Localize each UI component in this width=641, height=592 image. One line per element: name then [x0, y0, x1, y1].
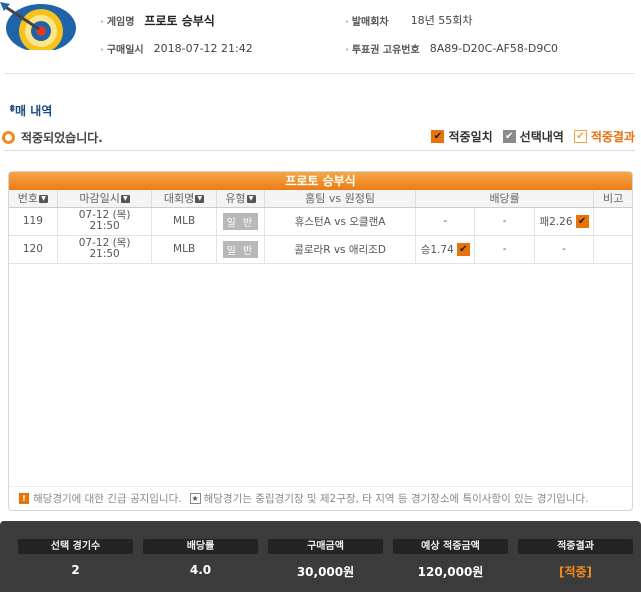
notice-bar: ! 해당경기에 대한 긴급 공지입니다. ★ 해당경기는 중립경기장 및 제2구… — [9, 486, 632, 510]
row-odd-draw[interactable]: - — [474, 235, 535, 264]
check-icon: ✔ — [431, 130, 445, 143]
bet-grid: 번호 ▼ 마감일시 ▼ 대회명 ▼ 유형 ▼ 홈팀 vs 원정팀 배당률 비고 119 … — [9, 190, 632, 264]
legend-match-label: 적중일치 — [448, 130, 493, 144]
check-icon: ✔ — [573, 130, 587, 143]
legend-match: ✔ 적중일치 — [431, 128, 493, 145]
col-header-teams: 홈팀 vs 원정팀 — [264, 190, 417, 208]
summary-result-value: [적중] — [558, 565, 593, 579]
status-text: 적중되었습니다. — [21, 131, 103, 145]
header-divider — [4, 73, 635, 74]
legend-selected: ✔ 선택내역 — [502, 128, 564, 145]
summary-odds-value: 4.0 — [189, 563, 212, 577]
summary-result: 적중결과 [적중] — [518, 539, 633, 580]
check-icon: ✔ — [575, 214, 589, 228]
game-name-value: 프로토 승부식 — [144, 14, 215, 28]
ticket-id-label: 투표권 고유번호 — [345, 41, 420, 56]
round-label: 발매회차 — [345, 13, 389, 28]
sort-icon: ▼ — [39, 195, 49, 204]
row-odd-lose[interactable]: 패2.26 ✔ — [534, 207, 595, 236]
row-type: 일 반 — [216, 207, 266, 236]
type-badge: 일 반 — [222, 240, 259, 258]
summary-expected-value: 120,000원 — [417, 565, 484, 579]
summary-expected-label: 예상 적중금액 — [393, 539, 508, 554]
summary-games-label: 선택 경기수 — [18, 539, 133, 554]
status-message: 적중되었습니다. — [2, 129, 103, 146]
row-odd-win[interactable]: 승1.74 ✔ — [415, 235, 476, 264]
warning-icon: ! — [19, 493, 29, 504]
round-row: 발매회차 18년 55회차 — [345, 12, 473, 28]
sort-icon: ▼ — [195, 195, 205, 204]
game-name-row: 게임명 프로토 승부식 — [100, 12, 215, 29]
summary-games: 선택 경기수 2 — [18, 539, 133, 580]
check-icon: ✔ — [456, 242, 470, 256]
row-note — [593, 235, 632, 264]
section-divider — [4, 150, 635, 151]
section-title: ᆥ매 내역 — [4, 104, 53, 118]
purchase-time-value: 2018-07-12 21:42 — [153, 42, 253, 55]
row-num: 120 — [9, 235, 58, 264]
col-header-league[interactable]: 대회명 ▼ — [151, 190, 217, 208]
dart-target-icon — [0, 2, 80, 53]
sort-icon: ▼ — [120, 195, 130, 204]
summary-games-value: 2 — [71, 563, 80, 577]
row-odd-lose[interactable]: - — [534, 235, 595, 264]
notice-urgent: 해당경기에 대한 긴급 공지입니다. — [33, 493, 182, 505]
legend-result-label: 적중결과 — [590, 130, 635, 144]
purchase-time-label: 구매일시 — [100, 41, 144, 56]
legend-result: ✔ 적중결과 — [573, 128, 635, 145]
table-title: 프로토 승부식 — [9, 172, 632, 190]
check-icon: ✔ — [502, 130, 516, 143]
col-header-odds: 배당률 — [415, 190, 595, 208]
col-header-type[interactable]: 유형 ▼ — [216, 190, 266, 208]
table-row: 120 07-12 (목) 21:50 MLB 일 반 콜로라R vs 애리조D … — [9, 235, 632, 264]
row-teams: 콜로라R vs 애리조D — [264, 235, 417, 264]
row-num: 119 — [9, 207, 58, 236]
summary-odds: 배당률 4.0 — [143, 539, 258, 580]
summary-odds-label: 배당률 — [143, 539, 258, 554]
table-row: 119 07-12 (목) 21:50 MLB 일 반 휴스턴A vs 오클랜A … — [9, 207, 632, 236]
circle-icon — [2, 131, 15, 144]
legend: ✔ 적중일치 ✔ 선택내역 ✔ 적중결과 — [431, 128, 635, 145]
summary-amount: 구매금액 30,000원 — [268, 539, 383, 580]
col-header-note: 비고 — [593, 190, 632, 208]
summary-result-label: 적중결과 — [518, 539, 633, 554]
ticket-id-value: 8A89-D20C-AF58-D9C0 — [429, 42, 559, 55]
row-type: 일 반 — [216, 235, 266, 264]
row-league: MLB — [151, 235, 217, 264]
col-header-deadline[interactable]: 마감일시 ▼ — [57, 190, 153, 208]
purchase-time-row: 구매일시 2018-07-12 21:42 — [100, 41, 253, 56]
bet-table: 프로토 승부식 번호 ▼ 마감일시 ▼ 대회명 ▼ 유형 ▼ 홈팀 vs 원정팀 배당률… — [8, 171, 633, 511]
row-deadline: 07-12 (목) 21:50 — [57, 235, 153, 264]
round-value: 18년 55회차 — [410, 14, 473, 27]
game-name-label: 게임명 — [100, 13, 135, 28]
summary-amount-value: 30,000원 — [296, 565, 355, 579]
col-header-num[interactable]: 번호 ▼ — [9, 190, 58, 208]
row-note — [593, 207, 632, 236]
summary-amount-label: 구매금액 — [268, 539, 383, 554]
row-teams: 휴스턴A vs 오클랜A — [264, 207, 417, 236]
notice-venue: 해당경기는 중립경기장 및 제2구장, 타 지역 등 경기장소에 특이사항이 있… — [203, 493, 589, 505]
row-deadline: 07-12 (목) 21:50 — [57, 207, 153, 236]
summary-expected: 예상 적중금액 120,000원 — [393, 539, 508, 580]
summary-bar: 선택 경기수 2 배당률 4.0 구매금액 30,000원 예상 적중금액 12… — [0, 521, 641, 592]
row-league: MLB — [151, 207, 217, 236]
row-odd-win[interactable]: - — [415, 207, 476, 236]
type-badge: 일 반 — [222, 212, 259, 230]
ticket-id-row: 투표권 고유번호 8A89-D20C-AF58-D9C0 — [345, 41, 558, 56]
star-icon: ★ — [189, 493, 201, 504]
sort-icon: ▼ — [246, 195, 256, 204]
legend-selected-label: 선택내역 — [519, 130, 564, 144]
row-odd-draw[interactable]: - — [474, 207, 535, 236]
